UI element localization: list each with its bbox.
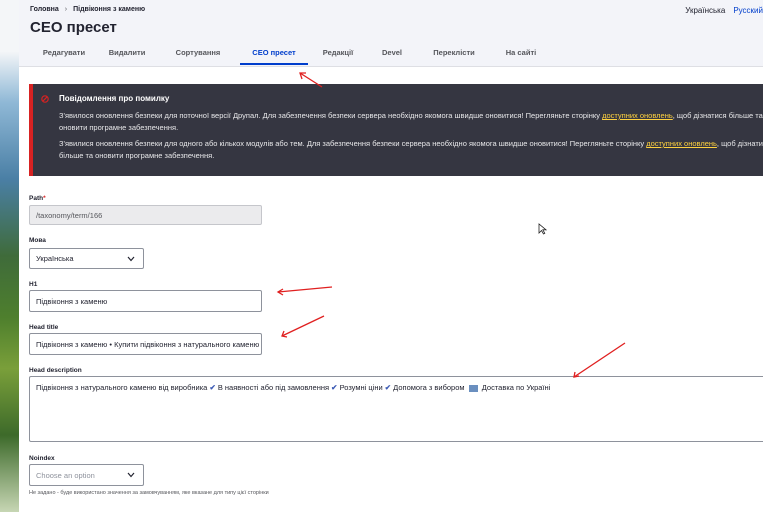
language-select-value: Українська — [36, 254, 74, 263]
language-current[interactable]: Українська — [685, 6, 725, 15]
page-header: Головна › Підвіконня з каменю Українська… — [19, 0, 763, 67]
tab-on-site[interactable]: На сайті — [492, 48, 550, 65]
noindex-placeholder: Choose an option — [36, 470, 95, 480]
tab-delete[interactable]: Видалити — [98, 48, 156, 65]
check-icon: ✔ — [384, 383, 392, 392]
head-description-label: Head description — [29, 367, 82, 374]
language-switcher: Українська Русский — [685, 6, 763, 15]
tab-sorting[interactable]: Сортування — [156, 48, 240, 65]
error-message: Повідомлення про помилку З'явилося оновл… — [29, 84, 763, 176]
breadcrumb: Головна › Підвіконня з каменю — [30, 6, 145, 13]
annotation-arrowhead — [299, 72, 306, 80]
updates-link-1[interactable]: доступних оновлень — [602, 111, 673, 120]
h1-label: H1 — [29, 281, 38, 288]
language-select[interactable]: Українська — [29, 248, 144, 269]
error-bar — [29, 84, 33, 176]
breadcrumb-home[interactable]: Головна — [30, 6, 59, 13]
path-label: Path* — [29, 195, 46, 202]
error-title: Повідомлення про помилку — [59, 94, 170, 103]
breadcrumb-current[interactable]: Підвіконня з каменю — [73, 6, 145, 13]
path-input[interactable]: /taxonomy/term/166 — [29, 205, 262, 225]
head-title-label: Head title — [29, 324, 59, 331]
breadcrumb-separator: › — [64, 6, 68, 13]
tab-seo-preset[interactable]: СЕО пресет — [240, 48, 308, 65]
head-description-textarea[interactable]: Підвіконня з натурального каменю від вир… — [29, 376, 763, 442]
background-strip — [0, 0, 19, 512]
tab-devel[interactable]: Devel — [368, 48, 416, 65]
language-label: Мова — [29, 237, 46, 244]
noindex-label: Noindex — [29, 455, 55, 462]
chevron-down-icon — [127, 256, 135, 261]
error-text-2: З'явилися оновлення безпеки для одного а… — [59, 139, 763, 160]
noindex-select[interactable]: Choose an option — [29, 464, 144, 486]
tab-translate[interactable]: Переклісти — [416, 48, 492, 65]
h1-input[interactable]: Підвіконня з каменю — [29, 290, 262, 312]
error-icon — [41, 95, 49, 103]
chevron-down-icon — [127, 472, 135, 478]
page-title: СЕО пресет — [30, 19, 117, 36]
check-icon: ✔ — [331, 383, 338, 392]
check-icon: ✔ — [209, 383, 216, 392]
error-text-1: З'явилося оновлення безпеки для поточної… — [59, 111, 763, 132]
truck-icon — [468, 384, 478, 392]
language-other[interactable]: Русский — [733, 6, 763, 15]
head-title-input[interactable]: Підвіконня з каменю • Купити підвіконня … — [29, 333, 262, 355]
updates-link-2[interactable]: доступних оновлень — [646, 139, 717, 148]
tab-edit[interactable]: Редагувати — [30, 48, 98, 65]
mouse-cursor-icon — [538, 223, 547, 235]
tab-revisions[interactable]: Редакції — [308, 48, 368, 65]
tabs: Редагувати Видалити Сортування СЕО пресе… — [30, 48, 550, 65]
noindex-hint: Не задано - буде використано значення за… — [29, 490, 269, 496]
